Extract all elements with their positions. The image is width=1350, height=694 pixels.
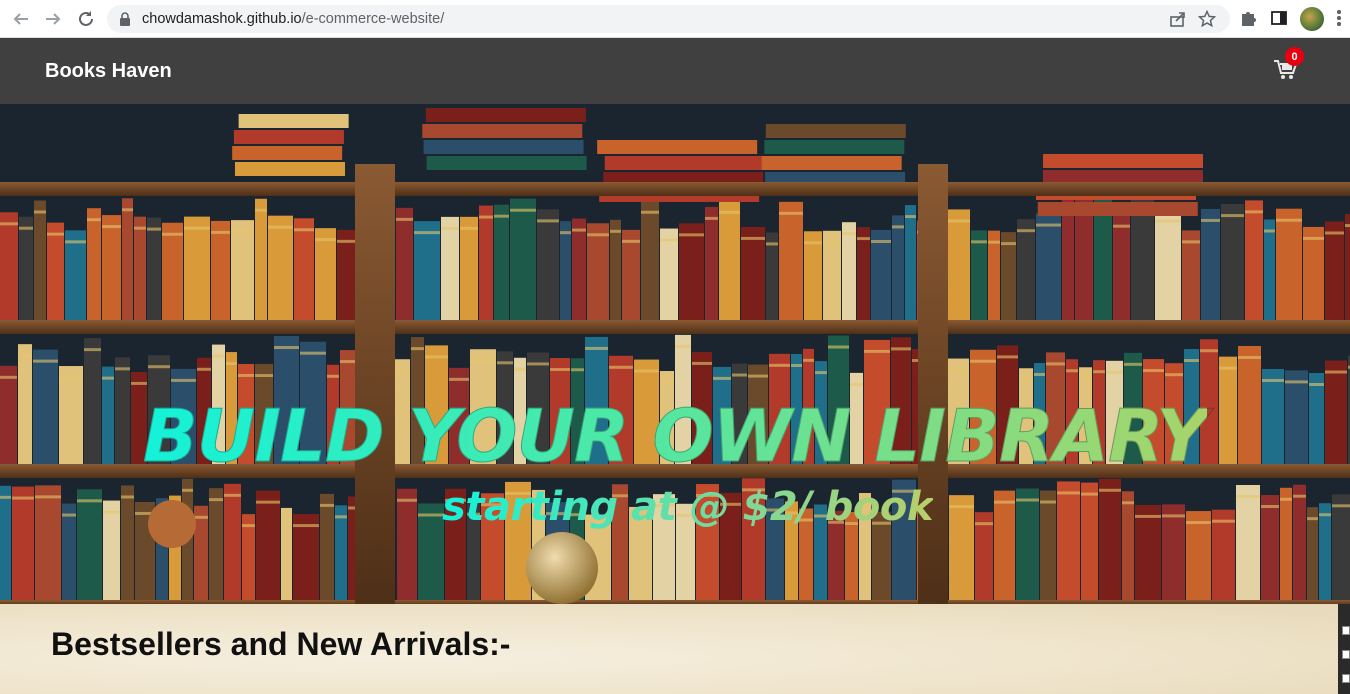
cart-count-badge: 0 xyxy=(1285,47,1304,66)
reload-icon[interactable] xyxy=(74,7,98,31)
back-arrow-icon[interactable] xyxy=(9,7,33,31)
url-text: chowdamashok.github.io/e-commerce-websit… xyxy=(142,11,445,27)
forward-arrow-icon[interactable] xyxy=(41,7,65,31)
address-bar[interactable]: chowdamashok.github.io/e-commerce-websit… xyxy=(107,5,1230,33)
lock-icon[interactable] xyxy=(119,12,131,31)
star-icon[interactable] xyxy=(1197,9,1217,33)
profile-avatar[interactable] xyxy=(1300,7,1324,31)
kebab-menu-icon[interactable] xyxy=(1337,10,1341,28)
hero-title: BUILD YOUR OWN LIBRARY xyxy=(142,394,1208,479)
hero-subtitle: starting at @ $2/ book xyxy=(442,484,933,530)
bestsellers-section: Bestsellers and New Arrivals:- xyxy=(0,604,1350,694)
site-header: Books Haven 0 xyxy=(0,38,1350,104)
browser-toolbar: chowdamashok.github.io/e-commerce-websit… xyxy=(0,0,1350,38)
scrollbar[interactable] xyxy=(1338,604,1350,694)
side-panel-icon[interactable] xyxy=(1270,9,1288,32)
puzzle-icon[interactable] xyxy=(1239,9,1257,32)
brand-title[interactable]: Books Haven xyxy=(45,60,172,83)
hero-banner: BUILD YOUR OWN LIBRARY starting at @ $2/… xyxy=(0,104,1350,604)
share-icon[interactable] xyxy=(1169,10,1187,33)
section-heading: Bestsellers and New Arrivals:- xyxy=(51,626,511,662)
